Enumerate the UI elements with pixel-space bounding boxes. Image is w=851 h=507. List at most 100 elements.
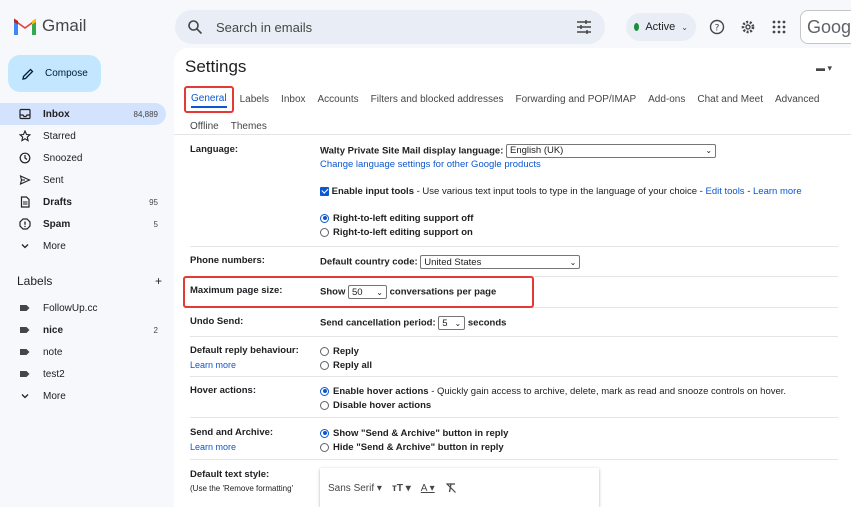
label-list: FollowUp.cc nice 2 note test2 More xyxy=(0,297,166,407)
reply-radio[interactable] xyxy=(320,346,329,356)
text-style-note: (Use the 'Remove formatting' xyxy=(190,484,294,493)
learn-more-link[interactable]: Learn more xyxy=(753,186,802,197)
send-archive-row: Send and Archive: Learn more Show "Send … xyxy=(190,418,838,460)
cancellation-suffix: seconds xyxy=(467,317,507,329)
label-item-more[interactable]: More xyxy=(0,385,166,407)
text-color-icon[interactable]: A ▾ xyxy=(421,483,435,494)
sidebar-item-more[interactable]: More xyxy=(0,235,166,257)
rtl-off-radio[interactable] xyxy=(320,213,329,223)
send-icon xyxy=(19,174,31,186)
tab-addons[interactable]: Add-ons xyxy=(642,86,691,113)
sidebar-item-spam[interactable]: Spam 5 xyxy=(0,213,166,235)
sidebar-item-label: Starred xyxy=(43,130,76,142)
enable-hover-radio[interactable] xyxy=(320,386,329,396)
page-size-highlight xyxy=(183,276,534,308)
reply-all-radio[interactable] xyxy=(320,360,329,370)
sidebar-nav: Inbox 84,889 Starred Snoozed Sent Drafts… xyxy=(0,103,166,257)
tab-themes[interactable]: Themes xyxy=(225,113,273,140)
label-tag-icon xyxy=(19,324,31,336)
cancellation-prefix: Send cancellation period: xyxy=(320,317,436,329)
send-archive-label-group: Send and Archive: Learn more xyxy=(190,427,273,452)
label-item-nice[interactable]: nice 2 xyxy=(0,319,166,341)
reply-learn-more-link[interactable]: Learn more xyxy=(190,360,299,370)
tab-filters[interactable]: Filters and blocked addresses xyxy=(365,86,510,113)
settings-gear-icon[interactable] xyxy=(740,19,756,35)
label-item-test2[interactable]: test2 xyxy=(0,363,166,385)
tab-labels[interactable]: Labels xyxy=(234,86,275,113)
tab-inbox[interactable]: Inbox xyxy=(275,86,311,113)
tab-general[interactable]: General xyxy=(184,86,234,113)
reply-content: Reply Reply all xyxy=(320,345,372,373)
status-selector[interactable]: Active ⌄ xyxy=(626,13,696,41)
font-size-icon[interactable]: тT ▾ xyxy=(392,483,411,494)
send-archive-label: Send and Archive: xyxy=(190,427,274,438)
sidebar-item-drafts[interactable]: Drafts 95 xyxy=(0,191,166,213)
rtl-off-label: Right-to-left editing support off xyxy=(333,213,474,224)
chevron-down-icon: ⌄ xyxy=(569,257,577,267)
input-tools-checkbox[interactable] xyxy=(320,186,329,196)
enable-hover-label: Enable hover actions xyxy=(333,386,429,397)
sidebar-item-snoozed[interactable]: Snoozed xyxy=(0,147,166,169)
settings-panel: Settings ▬ ▾ General Labels Inbox Accoun… xyxy=(174,48,851,507)
tab-accounts[interactable]: Accounts xyxy=(312,86,365,113)
label-item-followup[interactable]: FollowUp.cc xyxy=(0,297,166,319)
search-icon[interactable] xyxy=(187,19,203,35)
country-code-value: United States xyxy=(424,256,482,268)
font-family-select[interactable]: Sans Serif ▾ xyxy=(328,483,382,494)
status-label: Active xyxy=(645,21,676,33)
input-tools-desc: - Use various text input tools to type i… xyxy=(413,186,706,197)
disable-hover-radio[interactable] xyxy=(320,400,329,410)
help-icon[interactable]: ? xyxy=(709,19,725,35)
undo-send-row: Undo Send: Send cancellation period: 5 ⌄… xyxy=(190,308,838,337)
hide-send-archive-radio[interactable] xyxy=(320,442,329,452)
search-input[interactable]: Search in emails xyxy=(216,20,575,35)
display-language-value: English (UK) xyxy=(510,145,564,156)
sidebar-item-label: More xyxy=(43,240,66,252)
pencil-icon xyxy=(22,68,34,80)
label-item-note[interactable]: note xyxy=(0,341,166,363)
active-tab-underline xyxy=(191,106,227,108)
country-code-select[interactable]: United States ⌄ xyxy=(420,255,581,269)
edit-tools-link[interactable]: Edit tools xyxy=(705,186,744,197)
input-tools-toggle[interactable]: ▬ ▾ xyxy=(816,63,832,74)
text-style-label: Default text style: xyxy=(190,469,270,480)
sidebar-item-sent[interactable]: Sent xyxy=(0,169,166,191)
apps-grid-icon[interactable] xyxy=(771,19,787,35)
compose-button[interactable]: Compose xyxy=(8,55,101,92)
google-account-logo[interactable]: Googl xyxy=(800,10,851,44)
sidebar-item-count: 5 xyxy=(153,219,158,229)
tab-chat-meet[interactable]: Chat and Meet xyxy=(691,86,769,113)
chevron-down-icon xyxy=(19,390,31,402)
add-label-icon[interactable]: + xyxy=(155,274,162,288)
tab-label: General xyxy=(191,93,227,104)
tab-offline[interactable]: Offline xyxy=(184,113,225,140)
text-style-label-group: Default text style: (Use the 'Remove for… xyxy=(190,469,293,493)
spam-icon xyxy=(19,218,31,230)
reply-behaviour-row: Default reply behaviour: Learn more Repl… xyxy=(190,337,838,377)
undo-send-label: Undo Send: xyxy=(190,316,244,327)
sidebar-item-starred[interactable]: Starred xyxy=(0,125,166,147)
tab-forwarding[interactable]: Forwarding and POP/IMAP xyxy=(510,86,643,113)
gmail-logo-text: Gmail xyxy=(42,16,87,35)
remove-formatting-icon[interactable] xyxy=(445,482,457,494)
labels-title: Labels xyxy=(17,274,53,288)
sidebar-item-label: Drafts xyxy=(43,196,72,208)
disable-hover-label: Disable hover actions xyxy=(333,400,432,411)
sidebar-item-inbox[interactable]: Inbox 84,889 xyxy=(0,103,166,125)
hover-actions-row: Hover actions: Enable hover actions - Qu… xyxy=(190,377,838,418)
display-language-select[interactable]: English (UK) ⌄ xyxy=(506,144,717,158)
rtl-on-radio[interactable] xyxy=(320,227,329,237)
send-archive-learn-more-link[interactable]: Learn more xyxy=(190,442,273,452)
tab-advanced[interactable]: Advanced xyxy=(769,86,825,113)
show-send-archive-radio[interactable] xyxy=(320,428,329,438)
settings-tabs: General Labels Inbox Accounts Filters an… xyxy=(184,86,839,140)
gmail-app: Gmail Search in emails Active ⌄ ? Googl … xyxy=(0,0,851,507)
change-language-link[interactable]: Change language settings for other Googl… xyxy=(320,158,840,172)
phone-label: Phone numbers: xyxy=(190,255,265,266)
cancellation-select[interactable]: 5 ⌄ xyxy=(438,316,466,330)
rtl-on-label: Right-to-left editing support on xyxy=(333,227,473,238)
search-bar[interactable]: Search in emails xyxy=(175,10,605,44)
sidebar-item-count: 95 xyxy=(149,197,158,207)
gmail-logo[interactable]: Gmail xyxy=(14,16,86,36)
search-options-icon[interactable] xyxy=(575,19,593,35)
